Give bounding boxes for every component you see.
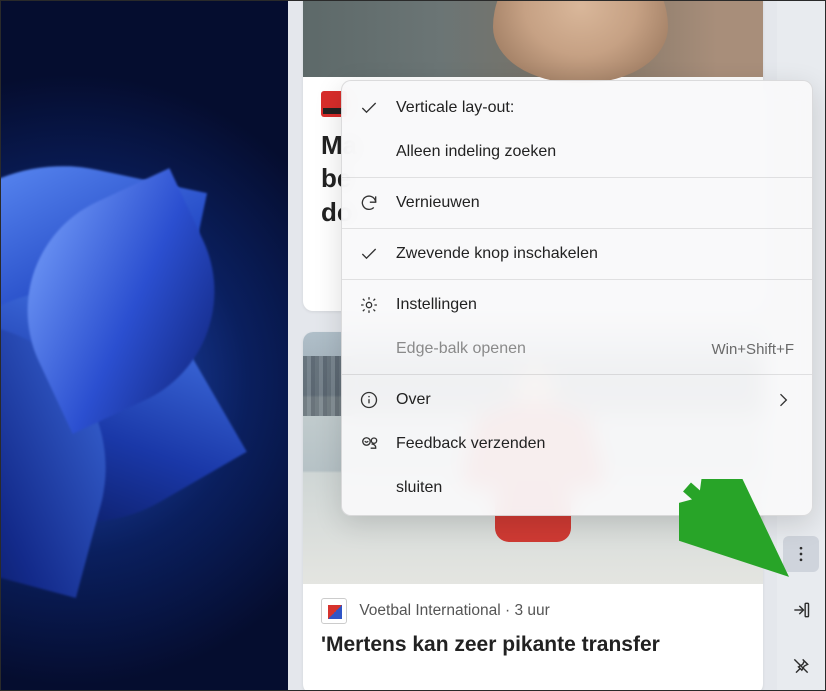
menu-item-open-edge-bar: Edge-balk openen Win+Shift+F <box>342 327 812 371</box>
menu-label: Feedback verzenden <box>396 435 794 453</box>
unpin-icon <box>791 656 811 676</box>
menu-item-refresh[interactable]: Vernieuwen <box>342 181 812 225</box>
menu-label: Vernieuwen <box>396 194 794 212</box>
menu-item-search-layout[interactable]: Alleen indeling zoeken <box>342 130 812 174</box>
menu-label: sluiten <box>396 479 794 497</box>
context-menu: Verticale lay-out: Alleen indeling zoeke… <box>341 80 813 516</box>
menu-label: Alleen indeling zoeken <box>396 143 794 161</box>
desktop-wallpaper <box>1 1 288 690</box>
menu-item-floating-button[interactable]: Zwevende knop inschakelen <box>342 232 812 276</box>
article-headline: 'Mertens kan zeer pikante transfer <box>303 628 763 663</box>
feedback-icon <box>358 433 380 455</box>
chevron-right-icon <box>772 389 794 411</box>
menu-item-about[interactable]: Over <box>342 378 812 422</box>
menu-label: Instellingen <box>396 296 794 314</box>
check-icon <box>358 243 380 265</box>
menu-item-vertical-layout[interactable]: Verticale lay-out: <box>342 86 812 130</box>
menu-separator <box>342 228 812 229</box>
unpin-button[interactable] <box>783 648 819 684</box>
menu-item-feedback[interactable]: Feedback verzenden <box>342 422 812 466</box>
gear-icon <box>358 294 380 316</box>
dock-right-icon <box>791 600 811 620</box>
windows-bloom-graphic <box>1 131 288 651</box>
menu-label: Zwevende knop inschakelen <box>396 245 794 263</box>
article-source: Voetbal International <box>359 602 500 619</box>
menu-shortcut: Win+Shift+F <box>711 341 794 358</box>
menu-label: Over <box>396 391 756 409</box>
dock-button[interactable] <box>783 592 819 628</box>
menu-separator <box>342 374 812 375</box>
menu-separator <box>342 177 812 178</box>
info-icon <box>358 389 380 411</box>
menu-label: Edge-balk openen <box>396 340 695 358</box>
more-vertical-icon <box>791 544 811 564</box>
menu-label: Verticale lay-out: <box>396 99 794 117</box>
more-options-button[interactable] <box>783 536 819 572</box>
article-time: 3 uur <box>514 602 549 619</box>
menu-item-close[interactable]: sluiten <box>342 466 812 510</box>
source-icon <box>321 598 347 624</box>
check-icon <box>358 97 380 119</box>
refresh-icon <box>358 192 380 214</box>
menu-item-settings[interactable]: Instellingen <box>342 283 812 327</box>
article-image <box>303 1 763 77</box>
menu-separator <box>342 279 812 280</box>
